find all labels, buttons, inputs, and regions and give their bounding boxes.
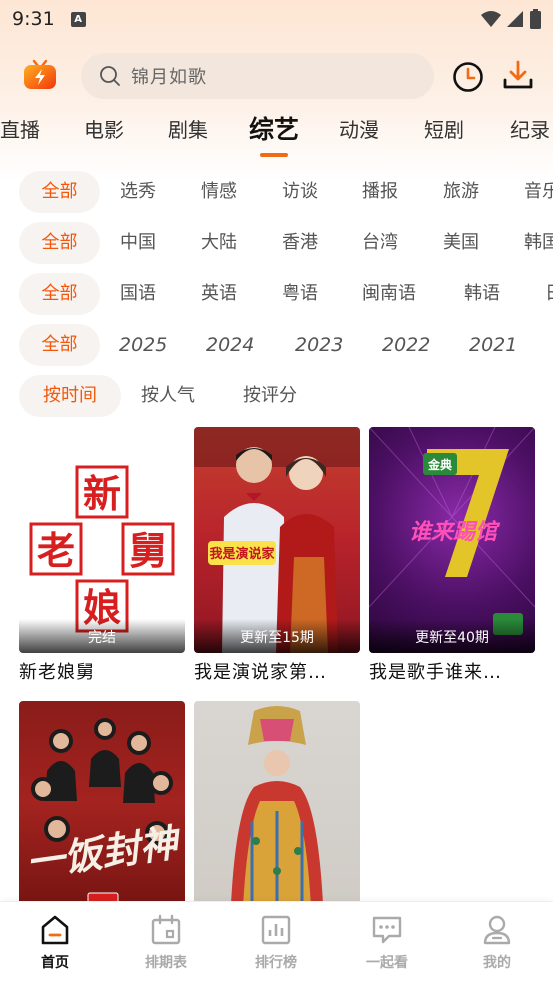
nav-schedule[interactable]: 排期表 xyxy=(126,914,206,972)
nav-label: 一起看 xyxy=(366,955,408,971)
calendar-icon xyxy=(151,914,181,945)
nav-label: 排期表 xyxy=(145,955,187,971)
chip-all[interactable]: 全部 xyxy=(19,324,100,366)
search-input[interactable]: 锦月如歌 xyxy=(81,53,434,99)
search-icon xyxy=(100,66,120,86)
home-icon xyxy=(41,915,69,945)
nav-label: 排行榜 xyxy=(255,955,297,971)
signal-icon xyxy=(507,11,523,27)
clock-icon[interactable] xyxy=(451,60,485,94)
user-icon xyxy=(483,915,511,945)
show-card[interactable]: 我是演说家 更新至15期 我是演说家第… xyxy=(194,427,360,684)
chip-genre[interactable]: 访谈 xyxy=(282,171,318,213)
filter-row-language: 全部 国语 英语 粤语 闽南语 韩语 日语 xyxy=(0,273,553,315)
chip-language[interactable]: 闽南语 xyxy=(362,273,416,315)
filter-row-region: 全部 中国 大陆 香港 台湾 美国 韩国 xyxy=(0,222,553,264)
chip-all[interactable]: 全部 xyxy=(19,222,100,264)
nav-profile[interactable]: 我的 xyxy=(457,914,537,972)
tab-short-drama[interactable]: 短剧 xyxy=(424,108,464,152)
show-poster: 金典 谁来踢馆 更新至40期 xyxy=(369,427,535,653)
chip-year[interactable]: 2022 xyxy=(382,324,430,366)
chip-genre[interactable]: 音乐 xyxy=(524,171,553,213)
tab-live[interactable]: 直播 xyxy=(0,108,40,152)
chip-year[interactable]: 2024 xyxy=(206,324,254,366)
chip-genre[interactable]: 旅游 xyxy=(443,171,479,213)
show-title: 新老娘舅 xyxy=(19,662,95,683)
tab-documentary[interactable]: 纪录 xyxy=(510,108,550,152)
status-time: 9:31 xyxy=(12,8,55,30)
tab-anime[interactable]: 动漫 xyxy=(339,108,379,152)
sort-by-rating[interactable]: 按评分 xyxy=(243,375,297,417)
show-poster: 一饭封神 xyxy=(19,701,185,927)
chip-year[interactable]: 2025 xyxy=(119,324,167,366)
chip-genre[interactable]: 情感 xyxy=(201,171,237,213)
chip-year[interactable]: 2023 xyxy=(295,324,343,366)
nav-home[interactable]: 首页 xyxy=(15,914,95,972)
chip-language[interactable]: 韩语 xyxy=(464,273,500,315)
poster-artwork: 一饭封神 xyxy=(23,718,185,908)
nav-ranking[interactable]: 排行榜 xyxy=(236,914,316,972)
poster-title-text: 我是演说家 xyxy=(209,546,275,562)
sponsor-logo: 金典 xyxy=(427,457,452,472)
sort-by-popularity[interactable]: 按人气 xyxy=(141,375,195,417)
chip-language[interactable]: 粤语 xyxy=(282,273,318,315)
tab-movie[interactable]: 电影 xyxy=(84,108,124,152)
episode-badge: 更新至40期 xyxy=(369,619,535,653)
nav-label: 首页 xyxy=(41,955,69,971)
chip-region[interactable]: 台湾 xyxy=(362,222,398,264)
sort-by-time[interactable]: 按时间 xyxy=(19,375,121,417)
tv-lightning-icon[interactable] xyxy=(23,60,57,90)
nav-label: 我的 xyxy=(483,955,511,971)
nav-watch-together[interactable]: 一起看 xyxy=(347,914,427,972)
chip-region[interactable]: 美国 xyxy=(443,222,479,264)
chip-language[interactable]: 日语 xyxy=(545,273,553,315)
chip-all[interactable]: 全部 xyxy=(19,171,100,213)
wifi-icon xyxy=(481,11,501,27)
chip-region[interactable]: 大陆 xyxy=(201,222,237,264)
tab-variety[interactable]: 综艺 xyxy=(249,108,299,152)
poster-char: 新 xyxy=(83,471,121,516)
download-icon[interactable] xyxy=(501,58,535,92)
episode-badge: 完结 xyxy=(19,619,185,653)
poster-title-text: 谁来踢馆 xyxy=(409,519,501,545)
status-bar: 9:31 A xyxy=(0,0,553,38)
tab-series[interactable]: 剧集 xyxy=(168,108,208,152)
category-tabs: 直播 电影 剧集 综艺 动漫 短剧 纪录 xyxy=(0,108,553,158)
show-card[interactable]: 金典 谁来踢馆 更新至40期 我是歌手谁来… xyxy=(369,427,535,684)
show-card[interactable] xyxy=(194,701,360,932)
show-card[interactable]: 新 老 舅 娘 完结 新老娘舅 xyxy=(19,427,185,684)
battery-icon xyxy=(530,9,541,29)
chip-language[interactable]: 英语 xyxy=(201,273,237,315)
chip-genre[interactable]: 播报 xyxy=(362,171,398,213)
chip-year[interactable]: 2021 xyxy=(469,324,517,366)
show-poster xyxy=(194,701,360,927)
poster-char: 老 xyxy=(37,528,75,573)
show-poster: 我是演说家 更新至15期 xyxy=(194,427,360,653)
show-title: 我是演说家第… xyxy=(194,662,327,683)
ranking-chart-icon xyxy=(261,915,291,945)
poster-artwork xyxy=(230,706,324,927)
filter-row-genre: 全部 选秀 情感 访谈 播报 旅游 音乐 xyxy=(0,171,553,213)
chip-region[interactable]: 香港 xyxy=(282,222,318,264)
chip-region[interactable]: 中国 xyxy=(120,222,156,264)
chip-all[interactable]: 全部 xyxy=(19,273,100,315)
filter-row-sort: 按时间 按人气 按评分 xyxy=(0,375,553,417)
filter-row-year: 全部 2025 2024 2023 2022 2021 xyxy=(0,324,553,366)
show-title: 我是歌手谁来… xyxy=(369,662,502,683)
chip-genre[interactable]: 选秀 xyxy=(120,171,156,213)
search-placeholder: 锦月如歌 xyxy=(131,67,207,88)
chip-language[interactable]: 国语 xyxy=(120,273,156,315)
top-header: 锦月如歌 xyxy=(0,52,553,100)
chip-region[interactable]: 韩国 xyxy=(524,222,553,264)
episode-badge: 更新至15期 xyxy=(194,619,360,653)
poster-char: 舅 xyxy=(129,528,167,573)
notification-icon: A xyxy=(70,11,86,27)
status-icons xyxy=(481,9,541,29)
chat-bubble-icon xyxy=(372,916,402,944)
show-poster: 新 老 舅 娘 完结 xyxy=(19,427,185,653)
bottom-nav: 首页 排期表 排行榜 一起看 我的 xyxy=(0,901,553,984)
show-card[interactable]: 一饭封神 xyxy=(19,701,185,932)
